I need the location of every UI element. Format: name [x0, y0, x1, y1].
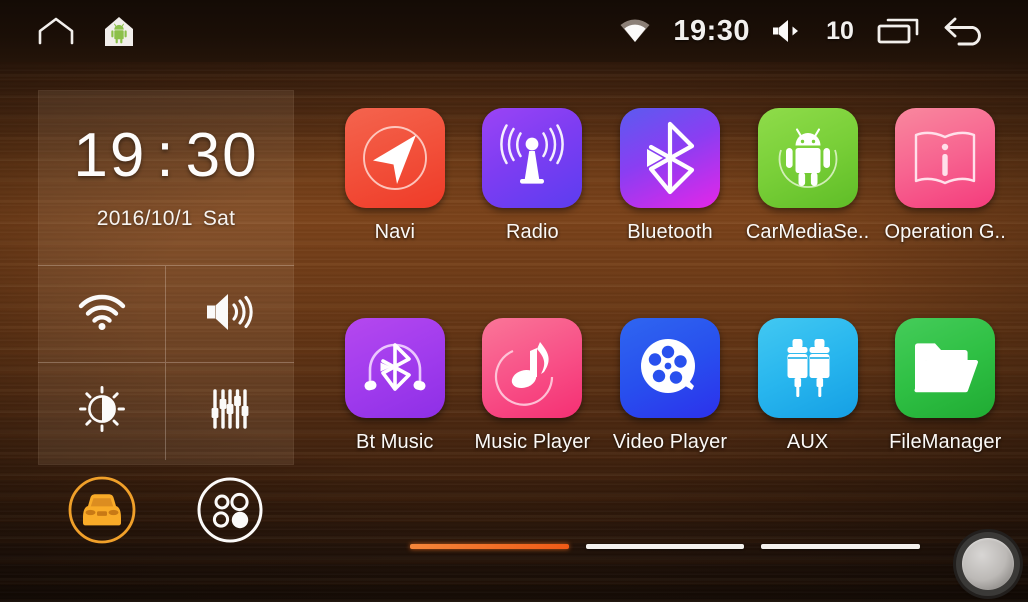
quick-setting-wifi[interactable] [38, 266, 166, 363]
app-carmediaservice[interactable]: CarMediaSe.. [739, 96, 877, 306]
volume-speaker-icon[interactable] [772, 18, 804, 44]
app-music-player[interactable]: Music Player [464, 306, 602, 516]
status-bar: 19:30 10 [0, 0, 1028, 62]
android-house-icon[interactable] [102, 15, 136, 48]
rca-plugs-icon [757, 318, 858, 418]
app-drawer-button[interactable] [194, 474, 266, 546]
widget-dock [38, 460, 294, 546]
volume-level: 10 [826, 16, 854, 45]
quick-setting-volume[interactable] [166, 266, 294, 363]
app-label: Music Player [474, 431, 591, 453]
wifi-signal-icon [619, 18, 651, 44]
wifi-icon [77, 292, 127, 337]
manual-book-info-icon [895, 108, 996, 208]
bluetooth-headset-icon [344, 318, 445, 418]
clock-minutes: 30 [185, 120, 259, 190]
app-radio[interactable]: Radio [464, 96, 602, 306]
app-grid-icon [197, 477, 263, 543]
date-text: 2016/10/1 [96, 206, 193, 230]
volume-icon [204, 291, 256, 338]
equalizer-icon [208, 387, 252, 436]
music-note-icon [482, 318, 583, 418]
clock-widget[interactable]: 19 : 30 2016/10/1 Sat [38, 90, 294, 265]
back-arrow-icon[interactable] [942, 15, 988, 47]
folder-icon [895, 318, 996, 418]
widget-clock: 19 : 30 [73, 120, 259, 190]
app-label: CarMediaSe.. [745, 221, 870, 243]
car-icon [68, 476, 136, 544]
status-clock: 19:30 [673, 14, 750, 47]
page-dot-1[interactable] [410, 543, 569, 549]
app-label: Operation G.. [884, 221, 1006, 243]
page-indicator [410, 542, 921, 550]
app-grid: Navi Radio Bluetooth CarMediaSe.. Operat… [326, 96, 1014, 516]
app-aux[interactable]: AUX [739, 306, 877, 516]
app-label: Video Player [612, 431, 728, 453]
clock-hours: 19 [73, 120, 147, 190]
app-label: Bt Music [356, 431, 434, 453]
clock-separator: : [156, 120, 176, 190]
car-head-unit-home-screen: 19:30 10 19: 30 2016/10/1 Sat Navi Radi… [0, 0, 1028, 602]
app-bt-music[interactable]: Bt Music [326, 306, 464, 516]
navigation-arrow-icon [344, 108, 445, 208]
app-filemanager[interactable]: FileManager [876, 306, 1014, 516]
bluetooth-icon [619, 108, 720, 208]
clock-quicksettings-widget: 19 : 30 2016/10/1 Sat [38, 90, 294, 544]
weekday-text: Sat [202, 206, 236, 230]
film-reel-icon [619, 318, 720, 418]
home-outline-icon[interactable] [36, 16, 76, 46]
brightness-icon [78, 386, 125, 437]
app-label: FileManager [889, 431, 1002, 453]
radio-antenna-icon [482, 108, 583, 208]
app-label: Bluetooth [627, 221, 713, 243]
page-dot-2[interactable] [585, 543, 745, 549]
app-navi[interactable]: Navi [326, 96, 464, 306]
android-robot-icon [757, 108, 858, 208]
app-label: Radio [506, 221, 559, 243]
app-video-player[interactable]: Video Player [601, 306, 739, 516]
recent-apps-icon[interactable] [876, 16, 920, 46]
app-label: Navi [374, 221, 415, 243]
widget-date: 2016/10/1 Sat [97, 207, 236, 231]
car-settings-button[interactable] [66, 474, 138, 546]
app-bluetooth[interactable]: Bluetooth [601, 96, 739, 306]
quick-settings-grid [38, 265, 294, 460]
app-operation-guide[interactable]: Operation G.. [876, 96, 1014, 306]
hardware-knob[interactable] [962, 538, 1014, 590]
quick-setting-equalizer[interactable] [166, 363, 294, 460]
quick-setting-brightness[interactable] [38, 363, 166, 460]
page-dot-3[interactable] [761, 543, 921, 549]
app-label: AUX [786, 431, 829, 453]
